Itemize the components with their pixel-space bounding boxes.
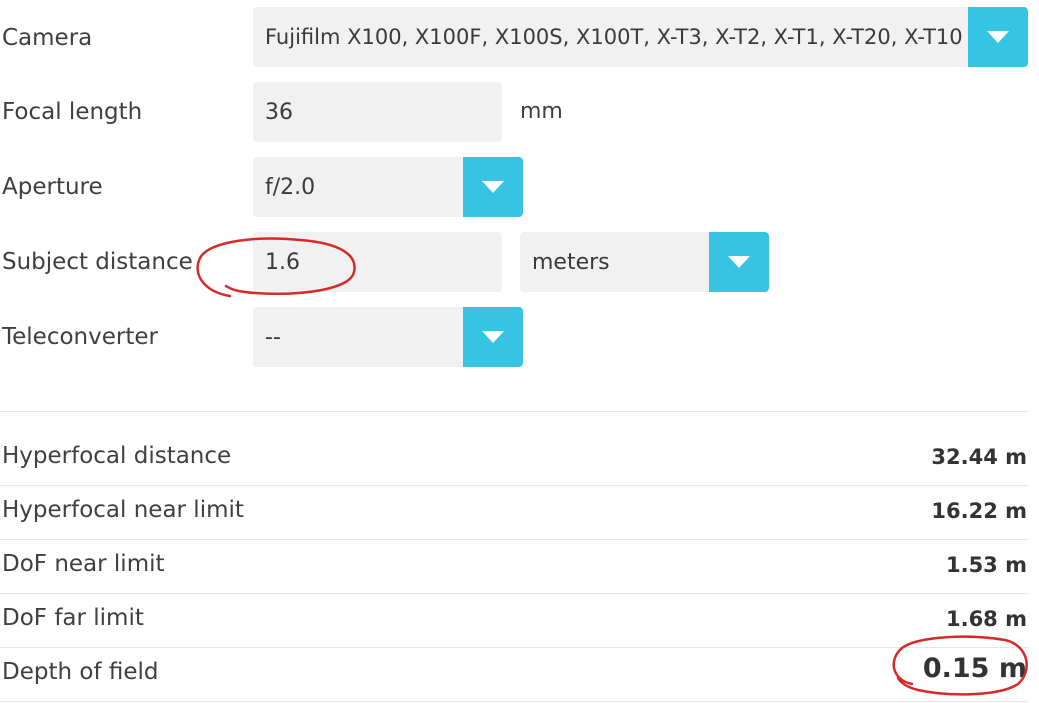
aperture-select[interactable]: f/2.0 bbox=[253, 157, 523, 217]
teleconverter-dropdown-button[interactable] bbox=[463, 307, 523, 367]
camera-dropdown-button[interactable] bbox=[968, 7, 1028, 67]
focal-length-value: 36 bbox=[265, 99, 293, 125]
result-label: DoF far limit bbox=[2, 605, 144, 631]
result-row-dof-far-limit: DoF far limit 1.68 m bbox=[0, 593, 1029, 648]
teleconverter-select-value: -- bbox=[265, 324, 281, 350]
chevron-down-icon bbox=[482, 181, 504, 193]
result-row-hyperfocal-near-limit: Hyperfocal near limit 16.22 m bbox=[0, 485, 1029, 540]
aperture-label: Aperture bbox=[2, 174, 103, 200]
subject-distance-value: 1.6 bbox=[265, 249, 300, 275]
focal-length-input[interactable]: 36 bbox=[253, 82, 502, 142]
aperture-dropdown-button[interactable] bbox=[463, 157, 523, 217]
result-value: 0.15 m bbox=[922, 653, 1027, 684]
distance-unit-dropdown-button[interactable] bbox=[709, 232, 769, 292]
result-label: Hyperfocal near limit bbox=[2, 497, 244, 523]
focal-length-unit: mm bbox=[520, 99, 563, 124]
camera-select[interactable]: Fujifilm X100, X100F, X100S, X100T, X-T3… bbox=[253, 7, 1028, 67]
distance-unit-value: meters bbox=[532, 249, 610, 275]
chevron-down-icon bbox=[987, 31, 1009, 43]
result-value: 32.44 m bbox=[931, 445, 1027, 469]
result-row-depth-of-field: Depth of field 0.15 m bbox=[0, 647, 1029, 702]
distance-unit-select[interactable]: meters bbox=[520, 232, 769, 292]
subject-distance-label: Subject distance bbox=[2, 249, 193, 275]
camera-select-value: Fujifilm X100, X100F, X100S, X100T, X-T3… bbox=[265, 25, 963, 49]
result-value: 16.22 m bbox=[931, 499, 1027, 523]
teleconverter-label: Teleconverter bbox=[2, 324, 158, 350]
aperture-select-value: f/2.0 bbox=[265, 174, 316, 200]
focal-length-label: Focal length bbox=[2, 99, 143, 125]
teleconverter-select[interactable]: -- bbox=[253, 307, 523, 367]
result-value: 1.68 m bbox=[945, 607, 1027, 631]
camera-label: Camera bbox=[2, 25, 93, 51]
result-label: Hyperfocal distance bbox=[2, 443, 232, 469]
result-label: DoF near limit bbox=[2, 551, 165, 577]
result-row-dof-near-limit: DoF near limit 1.53 m bbox=[0, 539, 1029, 594]
chevron-down-icon bbox=[482, 331, 504, 343]
result-value: 1.53 m bbox=[945, 553, 1027, 577]
result-row-hyperfocal-distance: Hyperfocal distance 32.44 m bbox=[0, 431, 1029, 486]
chevron-down-icon bbox=[728, 256, 750, 268]
result-label: Depth of field bbox=[2, 659, 159, 685]
section-divider bbox=[0, 411, 1029, 412]
subject-distance-input[interactable]: 1.6 bbox=[253, 232, 502, 292]
